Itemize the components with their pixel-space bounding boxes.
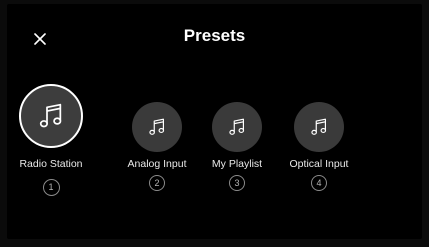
preset-analog-input[interactable]: Analog Input 2 (117, 102, 197, 191)
preset-artwork[interactable] (19, 84, 83, 148)
preset-label: Analog Input (127, 158, 187, 170)
preset-number-badge: 4 (311, 175, 327, 191)
preset-label: My Playlist (211, 158, 263, 170)
music-note-icon (229, 118, 245, 135)
music-note-icon (311, 118, 327, 135)
preset-number-badge: 3 (229, 175, 245, 191)
page-title: Presets (183, 26, 246, 45)
preset-number-badge: 1 (42, 179, 60, 196)
preset-artwork[interactable] (212, 102, 262, 152)
preset-optical-input[interactable]: Optical Input 4 (280, 102, 358, 191)
preset-number-badge: 2 (149, 175, 165, 191)
music-note-icon (39, 103, 62, 128)
preset-label: Optical Input (289, 158, 349, 170)
music-note-icon (149, 118, 165, 135)
preset-artwork[interactable] (294, 102, 344, 152)
preset-label: Radio Station (19, 158, 83, 170)
preset-my-playlist[interactable]: My Playlist 3 (203, 102, 271, 191)
preset-radio-station[interactable]: Radio Station 1 (19, 84, 83, 196)
preset-artwork[interactable] (132, 102, 182, 152)
presets-screen: Presets Radio Station 1 Analog Input 2 M… (7, 4, 422, 239)
